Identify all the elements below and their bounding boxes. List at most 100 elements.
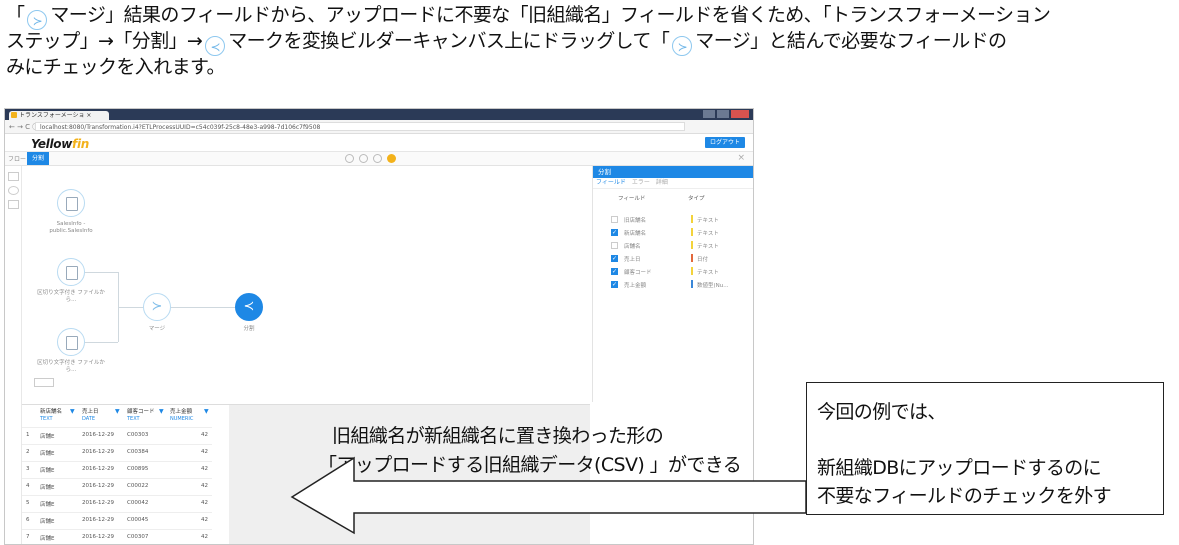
settings-icon[interactable]	[345, 154, 354, 163]
panel-tab-fields[interactable]: フィールド	[596, 179, 626, 186]
split-label: 分割	[243, 326, 255, 332]
field-row[interactable]: ✓ 新店舗名 テキスト	[611, 228, 746, 238]
browser-tab[interactable]: トランスフォーメーショ ×	[9, 111, 109, 120]
field-type: テキスト	[697, 270, 719, 276]
table-cell: 7	[26, 534, 30, 540]
col-type-header: タイプ	[688, 196, 705, 202]
run-icon[interactable]	[387, 154, 396, 163]
save-icon[interactable]	[359, 154, 368, 163]
zoom-control[interactable]	[34, 378, 54, 387]
field-row[interactable]: ✓ 顧客コード テキスト	[611, 267, 746, 277]
grid-header-col1[interactable]: 新店舗名 TEXT	[40, 409, 62, 423]
tab-flow[interactable]: フロー	[5, 154, 29, 163]
rail-icon-3[interactable]	[8, 200, 19, 209]
table-row[interactable]: 3 店舗E 2016-12-29 C00895 42	[22, 461, 212, 476]
file-source-node-2[interactable]	[57, 328, 85, 356]
panel-tab-details[interactable]: 詳細	[656, 179, 668, 186]
field-checkbox[interactable]	[611, 242, 618, 249]
field-row[interactable]: ✓ 売上金額 数値型(Nu...	[611, 280, 746, 290]
table-cell: C00384	[127, 449, 149, 455]
table-cell: 6	[26, 517, 30, 523]
connector	[171, 307, 235, 308]
panel-tab-errors[interactable]: エラー	[632, 179, 650, 186]
field-row[interactable]: 旧店舗名 テキスト	[611, 215, 746, 225]
source2-label: 区切り文字付き ファイルから...	[37, 290, 105, 303]
file-source-node-1[interactable]	[57, 258, 85, 286]
panel-columns: フィールド タイプ	[618, 194, 748, 202]
field-row[interactable]: 店舗名 テキスト	[611, 241, 746, 251]
tab-split[interactable]: 分割	[27, 152, 50, 165]
instruction-text-1: マージ」結果のフィールドから、アップロードに不要な「旧組織名」フィールドを省くた…	[50, 4, 1051, 26]
sort-icon[interactable]: ▼	[204, 408, 209, 415]
merge-icon: ≻	[151, 299, 163, 314]
sort-icon[interactable]: ▼	[115, 408, 120, 415]
yellowfin-logo: Yellowfin	[31, 137, 89, 151]
instruction-line-1: 「≻ マージ」結果のフィールドから、アップロードに不要な「旧組織名」フィールドを省…	[6, 4, 1051, 30]
grid-header-col2[interactable]: 売上日 DATE	[82, 409, 99, 423]
file-icon	[66, 336, 78, 350]
table-cell: C00895	[127, 466, 149, 472]
split-node[interactable]: ≺	[235, 293, 263, 321]
table-cell: 2016-12-29	[82, 483, 114, 489]
instruction-text-2a: ステップ」→「分割」→	[6, 30, 203, 52]
field-type: テキスト	[697, 218, 719, 224]
browser-tabbar: トランスフォーメーショ ×	[5, 109, 753, 120]
type-color-bar	[691, 241, 693, 249]
type-color-bar	[691, 280, 693, 288]
split-icon: ≺	[243, 299, 255, 314]
minimize-icon[interactable]	[703, 110, 715, 118]
table-row[interactable]: 2 店舗E 2016-12-29 C00384 42	[22, 444, 212, 459]
table-source-node[interactable]	[57, 189, 85, 217]
table-cell: 3	[26, 466, 30, 472]
field-row[interactable]: ✓ 売上日 日付	[611, 254, 746, 264]
table-cell: 2016-12-29	[82, 432, 114, 438]
rail-icon-2[interactable]	[8, 186, 19, 195]
field-checkbox[interactable]: ✓	[611, 255, 618, 262]
field-name: 旧店舗名	[624, 218, 647, 224]
url-field[interactable]: localhost:8080/Transformation.i4?ETLProc…	[35, 122, 685, 131]
note-line-1: 今回の例では、	[817, 401, 946, 423]
table-row[interactable]: 1 店舗E 2016-12-29 C00303 42	[22, 427, 212, 442]
logout-button[interactable]: ログアウト	[705, 137, 745, 148]
table-cell: 4	[26, 483, 30, 489]
table-cell: 42	[201, 534, 208, 540]
table-cell: C00042	[127, 500, 149, 506]
info-icon[interactable]	[373, 154, 382, 163]
type-color-bar	[691, 267, 693, 275]
table-row[interactable]: 5 店舗E 2016-12-29 C00042 42	[22, 495, 212, 510]
sort-icon[interactable]: ▼	[70, 408, 75, 415]
maximize-icon[interactable]	[717, 110, 729, 118]
close-window-icon[interactable]	[731, 110, 749, 118]
field-checkbox[interactable]: ✓	[611, 281, 618, 288]
close-icon[interactable]: ×	[737, 153, 745, 163]
field-checkbox[interactable]: ✓	[611, 229, 618, 236]
table-cell: 42	[201, 517, 208, 523]
connector	[85, 272, 118, 273]
rail-icon-1[interactable]	[8, 172, 19, 181]
table-row[interactable]: 7 店舗E 2016-12-29 C00307 42	[22, 529, 212, 544]
yellowfin-favicon-icon	[11, 112, 17, 118]
field-checkbox[interactable]	[611, 216, 618, 223]
bracket-open: 「	[6, 4, 25, 26]
builder-canvas[interactable]: SalesInfo - public.SalesInfo 区切り文字付き ファイ…	[22, 166, 592, 403]
field-checkbox[interactable]: ✓	[611, 268, 618, 275]
table-cell: 1	[26, 432, 30, 438]
instruction-line-3: みにチェックを入れます。	[6, 56, 226, 78]
split-panel: 分割 フィールド エラー 詳細 フィールド タイプ 旧店舗名 テキスト ✓ 新店舗名 テキス…	[592, 166, 753, 402]
left-arrow-icon	[290, 456, 807, 535]
table-row[interactable]: 4 店舗E 2016-12-29 C00022 42	[22, 478, 212, 493]
callout-line-1: 旧組織名が新組織名に置き換わった形の	[332, 425, 664, 447]
table-row[interactable]: 6 店舗E 2016-12-29 C00045 42	[22, 512, 212, 527]
table-cell: 店舗E	[40, 536, 55, 542]
merge-node[interactable]: ≻	[143, 293, 171, 321]
grid-header-col4[interactable]: 売上金額 NUMERIC	[170, 409, 193, 423]
table-cell: 2016-12-29	[82, 517, 114, 523]
file-icon	[66, 266, 78, 280]
toolbar-icons	[345, 154, 396, 163]
table-cell: 42	[201, 500, 208, 506]
table-cell: 2016-12-29	[82, 500, 114, 506]
left-rail	[5, 166, 22, 544]
grid-header-col3[interactable]: 顧客コード TEXT	[127, 409, 155, 423]
sort-icon[interactable]: ▼	[159, 408, 164, 415]
table-cell: 店舗E	[40, 519, 55, 525]
